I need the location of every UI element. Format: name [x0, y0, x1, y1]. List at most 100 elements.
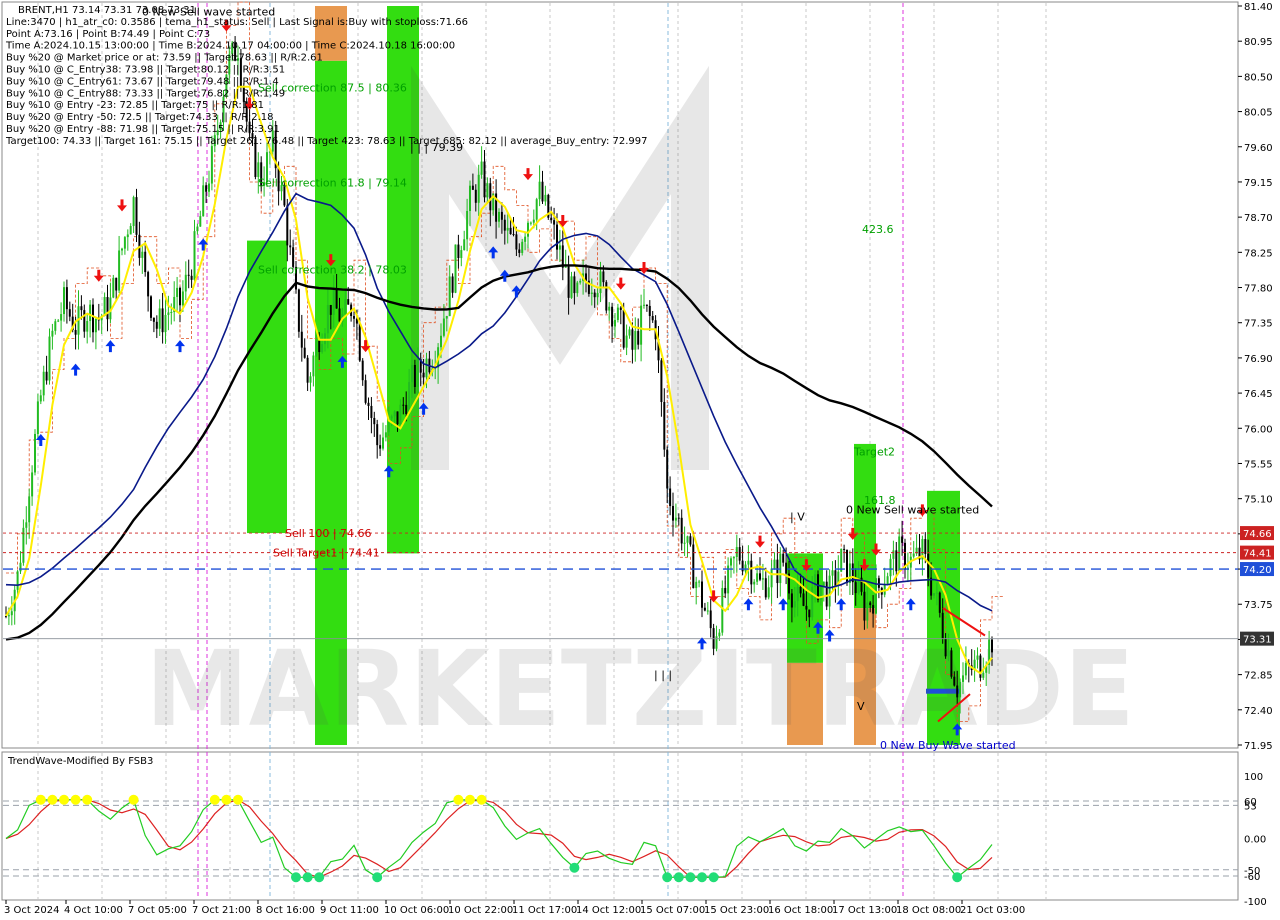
- trough-dot-icon: [569, 862, 580, 873]
- candle-body: [802, 593, 805, 606]
- candle-body: [379, 445, 382, 449]
- candle-body: [425, 358, 428, 378]
- trough-dot-icon: [291, 872, 301, 883]
- candle-body: [321, 344, 324, 353]
- peak-dot-icon: [233, 794, 243, 805]
- candle-body: [469, 185, 471, 211]
- candle-body: [570, 276, 573, 298]
- peak-dot-icon: [35, 794, 46, 805]
- candle-body: [599, 271, 602, 294]
- candle-body: [393, 411, 396, 417]
- x-tick-label: 4 Oct 10:00: [64, 905, 123, 916]
- y-tick-label: 72.85: [1244, 671, 1273, 682]
- header-line: Buy %20 @ Entry -50: 72.5 || Target:74.3…: [6, 112, 274, 123]
- candle-body: [152, 317, 155, 322]
- price-chart[interactable]: MARKETZITRADE 0 New Sell wave started Sel…: [0, 0, 1280, 920]
- peak-dot-icon: [128, 794, 139, 805]
- candle-body: [463, 239, 466, 251]
- candle-body: [799, 586, 802, 594]
- y-tick-label: 79.60: [1244, 143, 1273, 154]
- indicator-tick-label: -100: [1244, 897, 1267, 908]
- candle-body: [518, 249, 521, 253]
- candle-body: [286, 205, 289, 246]
- y-tick-label: 73.75: [1244, 600, 1273, 611]
- header-line: Buy %10 @ C_Entry88: 73.33 || Target:76.…: [6, 88, 285, 99]
- candle-body: [129, 226, 132, 235]
- candle-body: [454, 244, 457, 293]
- candle-body: [782, 553, 785, 563]
- x-tick-label: 3 Oct 2024: [4, 905, 59, 916]
- y-tick-label: 80.05: [1244, 108, 1273, 119]
- candle-body: [19, 562, 22, 572]
- candle-body: [45, 371, 48, 381]
- candle-body: [663, 402, 666, 450]
- candle-body: [991, 639, 993, 653]
- candle-body: [63, 287, 65, 315]
- candle-body: [471, 185, 474, 190]
- candle-body: [42, 371, 45, 396]
- candle-body: [718, 632, 721, 637]
- candle-body: [384, 432, 387, 438]
- peak-dot-icon: [82, 794, 93, 805]
- candle-body: [843, 548, 846, 550]
- candle-body: [680, 517, 683, 544]
- candle-body: [65, 287, 68, 310]
- candle-body: [123, 237, 126, 249]
- candle-body: [167, 312, 170, 315]
- candle-body: [318, 340, 321, 353]
- candle-body: [689, 536, 692, 545]
- candle-body: [179, 287, 181, 306]
- chart-annotation: 0 New Sell wave started: [846, 504, 979, 517]
- candle-body: [208, 183, 210, 192]
- candle-body: [155, 321, 158, 329]
- candle-body: [402, 404, 405, 406]
- candle-body: [347, 299, 350, 305]
- candle-body: [773, 559, 776, 569]
- candle-body: [112, 277, 115, 298]
- candle-body: [947, 650, 950, 657]
- candle-body: [477, 174, 480, 203]
- y-tick-label: 77.35: [1244, 319, 1273, 330]
- candle-body: [512, 234, 515, 236]
- trough-dot-icon: [685, 872, 696, 883]
- candle-body: [309, 376, 312, 383]
- candle-body: [750, 560, 753, 585]
- candle-body: [756, 573, 759, 582]
- candle-body: [732, 557, 735, 559]
- peak-dot-icon: [221, 794, 232, 805]
- y-tick-label: 78.25: [1244, 248, 1273, 259]
- signal-zone: [247, 240, 287, 534]
- candle-body: [390, 416, 393, 419]
- candle-body: [529, 222, 532, 224]
- indicator-title: TrendWave-Modified By FSB3: [7, 756, 153, 767]
- candle-body: [324, 333, 326, 345]
- candle-body: [312, 355, 315, 377]
- candle-body: [637, 331, 640, 345]
- candle-body: [866, 602, 869, 621]
- candle-body: [80, 306, 83, 311]
- candle-body: [796, 586, 799, 602]
- candle-body: [558, 245, 561, 250]
- trough-dot-icon: [314, 872, 325, 883]
- candle-body: [892, 550, 895, 559]
- candle-body: [721, 588, 724, 633]
- x-tick-label: 10 Oct 22:00: [448, 905, 513, 916]
- candle-body: [886, 576, 889, 584]
- candle-body: [48, 336, 51, 381]
- x-tick-label: 7 Oct 21:00: [192, 905, 251, 916]
- y-tick-label: 77.80: [1244, 284, 1273, 295]
- candle-body: [158, 308, 161, 329]
- y-tick-label: 71.95: [1244, 741, 1273, 752]
- candle-body: [817, 574, 819, 600]
- candle-body: [683, 542, 686, 544]
- header-line: Buy %10 @ C_Entry38: 73.98 || Target:80.…: [6, 65, 285, 76]
- candle-body: [257, 162, 260, 177]
- candle-body: [611, 306, 614, 327]
- candle-body: [89, 304, 92, 322]
- candle-body: [872, 605, 875, 614]
- candle-body: [715, 636, 718, 649]
- candle-body: [912, 553, 915, 557]
- header-line: Buy %20 @ Entry -88: 71.98 || Target:75.…: [6, 124, 280, 135]
- candle-body: [54, 321, 57, 331]
- candle-body: [770, 568, 773, 588]
